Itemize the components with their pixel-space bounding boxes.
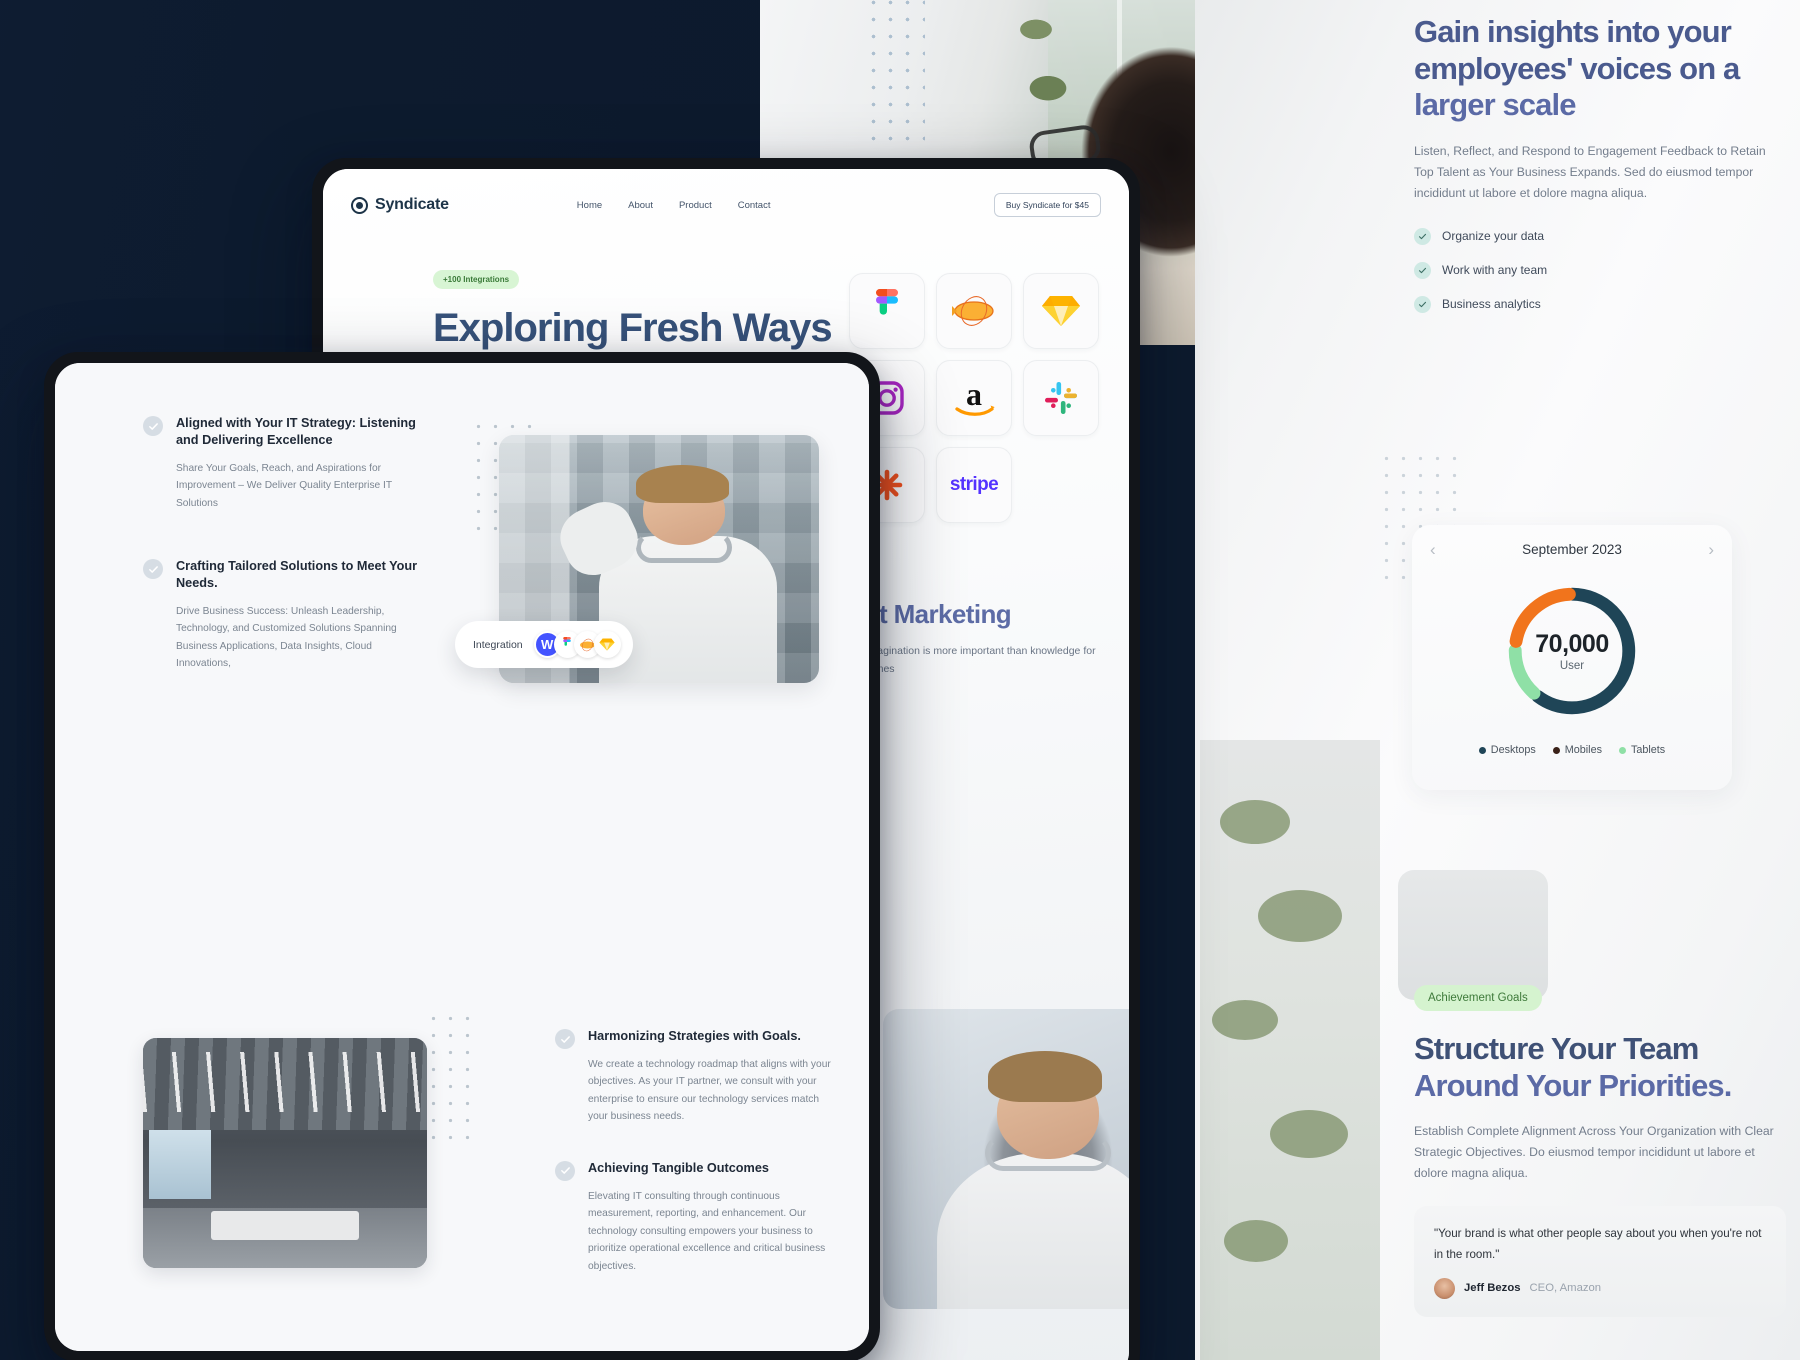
check-icon	[555, 1160, 575, 1181]
heading-line-3: larger scale	[1414, 87, 1576, 123]
dot-pattern-lower	[425, 1010, 481, 1150]
heading-line-1: Gain insights into your	[1414, 14, 1732, 49]
right-heading-block: Gain insights into your employees' voice…	[1414, 14, 1800, 330]
brand-name: Syndicate	[375, 196, 449, 213]
achievement-badge: Achievement Goals	[1414, 985, 1542, 1011]
donut-value: 70,000	[1535, 630, 1609, 658]
checklist-label: Business analytics	[1442, 297, 1541, 312]
mockup-stage: Gain insights into your employees' voice…	[0, 0, 1800, 1360]
slack-logo[interactable]	[1023, 360, 1099, 436]
integration-logo-grid: a stripe	[849, 269, 1099, 523]
site-navbar: Syndicate Home About Product Contact Buy…	[323, 169, 1129, 227]
stripe-wordmark: stripe	[949, 474, 999, 495]
check-icon	[555, 1029, 575, 1049]
heading2-line-1: Structure Your Team	[1414, 1031, 1699, 1066]
feature-desc: Elevating IT consulting through continuo…	[588, 1190, 826, 1272]
features-mid-section: Harmonizing Strategies with Goals. We cr…	[55, 1010, 869, 1351]
heading-line-2: employees' voices on a	[1414, 50, 1740, 86]
heading2-line-2: Around Your Priorities.	[1414, 1068, 1732, 1104]
checklist-item: Business analytics	[1414, 295, 1800, 313]
avatar	[1434, 1277, 1455, 1299]
donut-center: 70,000 User	[1497, 576, 1647, 726]
donut-chart: 70,000 User	[1497, 576, 1647, 726]
nav-item-contact[interactable]: Contact	[738, 200, 771, 211]
feature-desc: Share Your Goals, Reach, and Aspirations…	[176, 462, 392, 509]
feature-title: Harmonizing Strategies with Goals.	[588, 1029, 801, 1043]
donut-unit-label: User	[1559, 660, 1585, 672]
figma-logo[interactable]	[849, 273, 925, 349]
check-icon	[1414, 295, 1431, 313]
integration-avatars: W	[533, 631, 621, 658]
legend-dot	[1478, 746, 1486, 754]
next-month-icon[interactable]: ›	[1708, 541, 1714, 558]
prev-month-icon[interactable]: ‹	[1430, 541, 1436, 558]
amazon-logo[interactable]: a	[936, 360, 1012, 436]
chart-month-label: September 2023	[1522, 542, 1622, 557]
sketch-logo	[593, 631, 621, 658]
check-icon	[1414, 227, 1431, 245]
quote-attribution: Jeff Bezos CEO, Amazon	[1434, 1277, 1766, 1299]
background-plant-lower	[1200, 740, 1380, 1360]
checklist-item: Organize your data	[1414, 227, 1800, 245]
tablet-device-front: Aligned with Your IT Strategy: Listening…	[44, 352, 880, 1360]
feature-item: Harmonizing Strategies with Goals. We cr…	[555, 1028, 845, 1126]
nav-links: Home About Product Contact	[577, 200, 771, 211]
quote-role: CEO, Amazon	[1529, 1282, 1602, 1295]
tablet-screen-front: Aligned with Your IT Strategy: Listening…	[55, 363, 869, 1351]
svg-text:a: a	[966, 378, 982, 412]
chart-legend: Desktops Mobiles Tablets	[1430, 744, 1714, 756]
decor-card-right	[1398, 870, 1548, 1000]
feature-desc: We create a technology roadmap that alig…	[588, 1058, 831, 1123]
right-paragraph-2: Establish Complete Alignment Across Your…	[1414, 1124, 1774, 1181]
integrations-badge: +100 Integrations	[433, 270, 520, 289]
right-heading-1: Gain insights into your employees' voice…	[1414, 14, 1800, 124]
features-top-section: Aligned with Your IT Strategy: Listening…	[55, 363, 869, 1028]
check-icon	[1414, 261, 1431, 279]
buy-syndicate-button[interactable]: Buy Syndicate for $45	[993, 193, 1101, 217]
nav-item-home[interactable]: Home	[577, 200, 602, 211]
right-paragraph-1: Listen, Reflect, and Respond to Engageme…	[1414, 143, 1766, 200]
stripe-logo[interactable]: stripe	[936, 447, 1012, 523]
brand-logo[interactable]: Syndicate	[351, 196, 449, 214]
right-heading-2: Structure Your Team Around Your Prioriti…	[1414, 1030, 1800, 1104]
nav-item-about[interactable]: About	[628, 200, 653, 211]
feature-title: Crafting Tailored Solutions to Meet Your…	[176, 559, 418, 590]
integration-chip: Integration W	[455, 621, 633, 668]
check-icon	[143, 559, 163, 580]
feature-title: Aligned with Your IT Strategy: Listening…	[176, 416, 416, 447]
checklist-item: Work with any team	[1414, 261, 1800, 279]
sketch-logo[interactable]	[1023, 273, 1099, 349]
feature-item: Achieving Tangible Outcomes Elevating IT…	[555, 1160, 845, 1276]
checklist-label: Organize your data	[1442, 229, 1545, 244]
quote-text: "Your brand is what other people say abo…	[1434, 1227, 1762, 1261]
right-checklist: Organize your data Work with any team Bu…	[1414, 227, 1800, 313]
features-mid-list: Harmonizing Strategies with Goals. We cr…	[555, 1028, 845, 1309]
feature-desc: Drive Business Success: Unleash Leadersh…	[176, 605, 397, 670]
legend-label: Tablets	[1631, 744, 1666, 756]
check-icon	[143, 416, 163, 436]
nav-item-product[interactable]: Product	[679, 200, 712, 211]
legend-item-desktops: Desktops	[1478, 744, 1536, 756]
checklist-label: Work with any team	[1442, 263, 1548, 278]
chart-header: ‹ September 2023 ›	[1430, 541, 1714, 558]
dot-pattern-top	[865, 0, 925, 144]
features-page: Aligned with Your IT Strategy: Listening…	[55, 363, 869, 1351]
right-heading-block-2: Achievement Goals Structure Your Team Ar…	[1414, 985, 1800, 1317]
zeplin-logo[interactable]	[936, 273, 1012, 349]
legend-dot	[1619, 746, 1626, 754]
syndicate-icon	[351, 196, 368, 214]
photo-card-middle	[883, 1009, 1129, 1309]
legend-dot	[1552, 746, 1560, 754]
photo-office	[143, 1038, 427, 1268]
legend-label: Desktops	[1490, 744, 1536, 756]
user-stats-card: ‹ September 2023 › 70,000 User Desktops	[1412, 525, 1732, 790]
hero-line-1: Exploring Fresh Ways	[433, 306, 833, 350]
integration-label: Integration	[473, 638, 523, 651]
testimonial-card: "Your brand is what other people say abo…	[1414, 1206, 1786, 1317]
quote-author: Jeff Bezos	[1464, 1282, 1521, 1295]
feature-title: Achieving Tangible Outcomes	[588, 1160, 769, 1175]
legend-label: Mobiles	[1564, 744, 1602, 756]
legend-item-mobiles: Mobiles	[1552, 744, 1602, 756]
legend-item-tablets: Tablets	[1619, 744, 1665, 756]
